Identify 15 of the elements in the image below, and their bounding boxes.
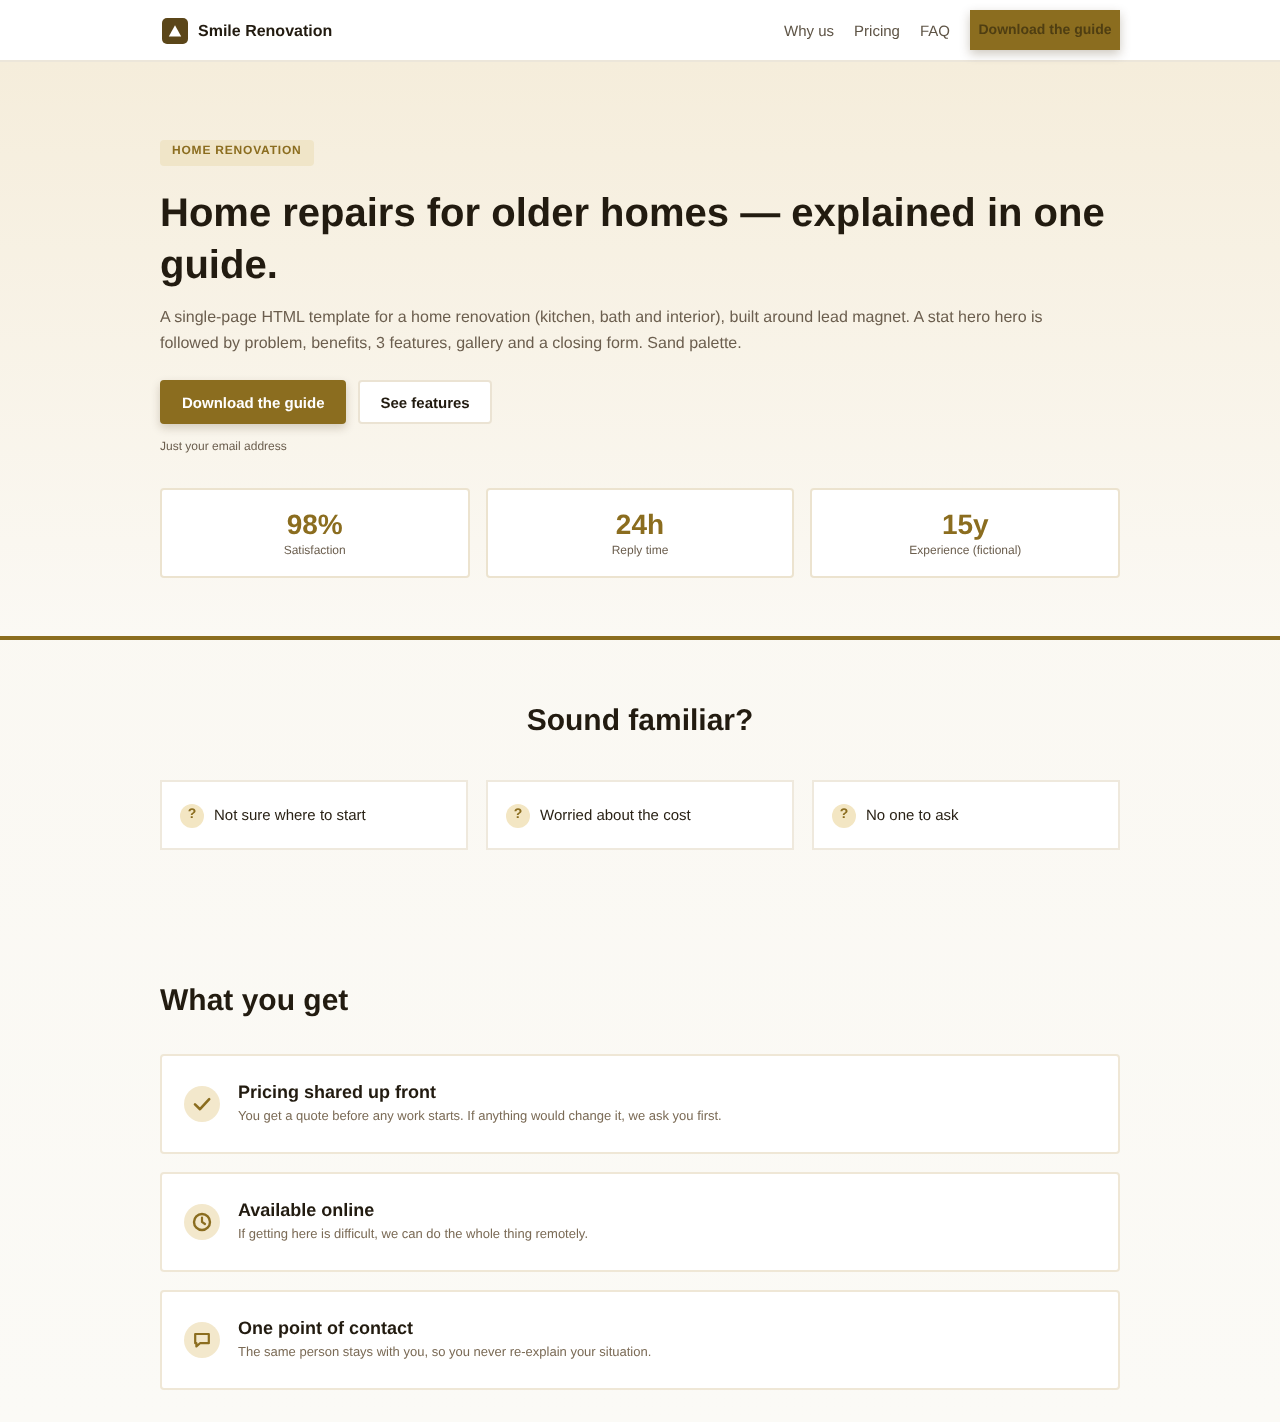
triangle-logo-icon [162, 17, 188, 43]
benefit-title: Pricing shared up front [238, 1082, 439, 1104]
section-heading: What you get [160, 984, 351, 1018]
check-icon [184, 1086, 220, 1122]
section-heading: Sound familiar? [524, 704, 756, 740]
hero-heading: Home repairs for older homes — explained in one guide. [160, 190, 1107, 292]
stat-value: 15y [941, 508, 989, 540]
benefit-title: One point of contact [238, 1318, 415, 1340]
brand-name: Smile Renovation [198, 21, 333, 39]
stat-value: 98% [286, 508, 343, 540]
speech-bubble-icon [184, 1322, 220, 1358]
benefit-title: Available online [238, 1200, 377, 1222]
stat-value: 24h [615, 508, 665, 540]
clock-icon [184, 1204, 220, 1240]
hero-description: A single-page HTML template for a home renovation (kitchen, bath and interior), built around lead magnet. A stat hero hero is followed by problem, benefits, 3 features, gallery and a closing form. Sand palette. [160, 306, 1045, 356]
